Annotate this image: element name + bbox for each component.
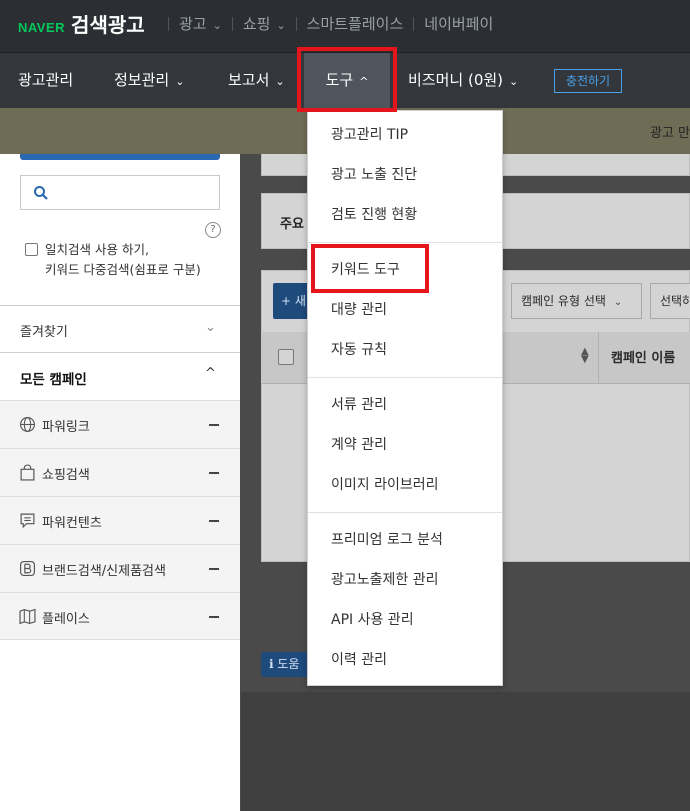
nav-label: 보고서: [228, 71, 270, 89]
campaign-search-input[interactable]: [20, 175, 220, 210]
chevron-up-icon: ^: [205, 366, 216, 381]
sort-icon[interactable]: ▲ ▼: [581, 347, 589, 365]
brand-b-icon: [20, 561, 35, 576]
highlight-box-tools: [297, 47, 397, 112]
key-stats-label: 주요: [280, 217, 304, 232]
chevron-down-icon: ⌄: [275, 75, 285, 88]
select-all-checkbox[interactable]: [278, 349, 294, 365]
divider: [168, 16, 169, 31]
status-filter[interactable]: 선택하: [650, 283, 690, 319]
nav-info-management[interactable]: 정보관리 ⌄: [114, 53, 184, 109]
favorites-label: 즐겨찾기: [20, 325, 68, 340]
favorites-toggle[interactable]: 즐겨찾기 ⌄: [0, 305, 240, 352]
menu-item-exposure-diagnosis[interactable]: 광고 노출 진단: [308, 155, 502, 195]
all-campaigns-toggle[interactable]: 모든 캠페인 ^: [0, 352, 240, 400]
divider: [295, 16, 297, 31]
minus-icon[interactable]: [209, 616, 219, 618]
nav-reports[interactable]: 보고서 ⌄: [228, 53, 285, 109]
chevron-down-icon: ⌄: [205, 320, 216, 335]
menu-divider: [308, 512, 502, 513]
top-link-label: 광고: [179, 15, 207, 33]
globe-icon: [20, 417, 35, 432]
menu-divider: [308, 242, 502, 243]
menu-item-image-library[interactable]: 이미지 라이브러리: [308, 465, 502, 505]
brand-logo[interactable]: NAVER 검색광고: [18, 9, 145, 38]
map-icon: [19, 608, 36, 625]
nav-label: 광고관리: [18, 71, 74, 89]
tools-dropdown-menu: 광고관리 TIP 광고 노출 진단 검토 진행 현황 키워드 도구 대량 관리 …: [307, 110, 503, 686]
content-icon: [20, 513, 35, 529]
notice-text: 광고 만: [649, 126, 690, 141]
chevron-down-icon: ⌄: [509, 75, 519, 88]
help-button[interactable]: ℹ 도움: [261, 652, 309, 677]
menu-item-auto-rules[interactable]: 자동 규칙: [308, 330, 502, 370]
chevron-down-icon: ⌄: [175, 75, 185, 88]
minus-icon[interactable]: [209, 568, 219, 570]
sidebar: ? 일치검색 사용 하기, 키워드 다중검색(쉼표로 구분) 즐겨찾기 ⌄ 모든…: [0, 154, 240, 811]
campaign-type-brand[interactable]: 브랜드검색/신제품검색: [0, 544, 240, 592]
exact-search-checkbox[interactable]: [25, 243, 38, 256]
nav-label: 비즈머니 (0원): [408, 71, 504, 89]
chevron-down-icon: ⌄: [212, 19, 222, 32]
menu-item-api-usage[interactable]: API 사용 관리: [308, 600, 502, 640]
nav-bizmoney[interactable]: 비즈머니 (0원) ⌄: [408, 53, 518, 109]
all-campaigns-label: 모든 캠페인: [20, 372, 87, 388]
menu-item-history[interactable]: 이력 관리: [308, 640, 502, 680]
top-link-label: 쇼핑: [242, 15, 271, 33]
divider: [413, 16, 415, 31]
menu-item-ad-tips[interactable]: 광고관리 TIP: [308, 115, 502, 155]
shopping-bag-icon: [20, 464, 35, 481]
add-campaign-button[interactable]: + 새: [273, 283, 309, 319]
menu-item-bulk-management[interactable]: 대량 관리: [308, 290, 502, 330]
menu-item-exposure-restriction[interactable]: 광고노출제한 관리: [308, 560, 502, 600]
campaign-type-powerlink[interactable]: 파워링크: [0, 400, 240, 448]
exact-search-label-line: 일치검색 사용 하기,: [45, 242, 149, 257]
campaign-type-place[interactable]: 플레이스: [0, 592, 240, 640]
nav-ad-management[interactable]: 광고관리: [18, 53, 73, 109]
campaign-type-label: 파워컨텐츠: [42, 516, 102, 531]
chevron-down-icon: ⌄: [276, 19, 286, 32]
menu-item-documents[interactable]: 서류 관리: [308, 385, 502, 425]
divider: [231, 16, 233, 31]
minus-icon[interactable]: [209, 424, 219, 426]
campaign-type-filter[interactable]: 캠페인 유형 선택 ⌄: [511, 283, 642, 319]
naver-logo: NAVER: [18, 20, 66, 35]
top-link-ad[interactable]: 광고 ⌄: [179, 13, 222, 34]
exact-search-label: 일치검색 사용 하기, 키워드 다중검색(쉼표로 구분): [45, 240, 201, 280]
top-header: NAVER 검색광고 광고 ⌄ 쇼핑 ⌄ 스마트플레이스 네이버페이: [0, 0, 690, 52]
chevron-down-icon: ⌄: [613, 297, 623, 308]
campaign-type-powercontents[interactable]: 파워컨텐츠: [0, 496, 240, 544]
sidebar-top-bar: [20, 154, 220, 160]
charge-button[interactable]: 충전하기: [554, 69, 622, 93]
highlight-box-keyword-tool: [311, 244, 429, 293]
brand-title: 검색광고: [71, 13, 145, 37]
top-link-shopping[interactable]: 쇼핑 ⌄: [243, 13, 286, 34]
minus-icon[interactable]: [209, 520, 219, 522]
help-icon[interactable]: ?: [205, 222, 221, 238]
campaign-type-label: 쇼핑검색: [42, 468, 90, 483]
menu-item-review-status[interactable]: 검토 진행 현황: [308, 195, 502, 235]
main-footer-area: [241, 692, 690, 811]
column-divider: [598, 332, 599, 384]
campaign-type-shopping[interactable]: 쇼핑검색: [0, 448, 240, 496]
top-link-smartplace[interactable]: 스마트플레이스: [307, 13, 404, 34]
top-links: 광고 ⌄ 쇼핑 ⌄ 스마트플레이스 네이버페이: [158, 13, 493, 34]
exact-search-label-line: 키워드 다중검색(쉼표로 구분): [45, 262, 201, 277]
menu-item-contracts[interactable]: 계약 관리: [308, 425, 502, 465]
campaign-type-label: 브랜드검색/신제품검색: [42, 564, 166, 579]
menu-item-premium-log[interactable]: 프리미엄 로그 분석: [308, 520, 502, 560]
filter-label: 선택하: [660, 294, 690, 308]
campaign-type-label: 플레이스: [42, 612, 90, 627]
column-header-campaign-name[interactable]: 캠페인 이름: [611, 347, 675, 366]
menu-divider: [308, 377, 502, 378]
filter-label: 캠페인 유형 선택: [521, 294, 606, 308]
search-icon: [34, 186, 48, 200]
nav-label: 정보관리: [114, 71, 170, 89]
top-link-naverpay[interactable]: 네이버페이: [424, 13, 493, 34]
campaign-type-label: 파워링크: [42, 420, 90, 435]
minus-icon[interactable]: [209, 472, 219, 474]
